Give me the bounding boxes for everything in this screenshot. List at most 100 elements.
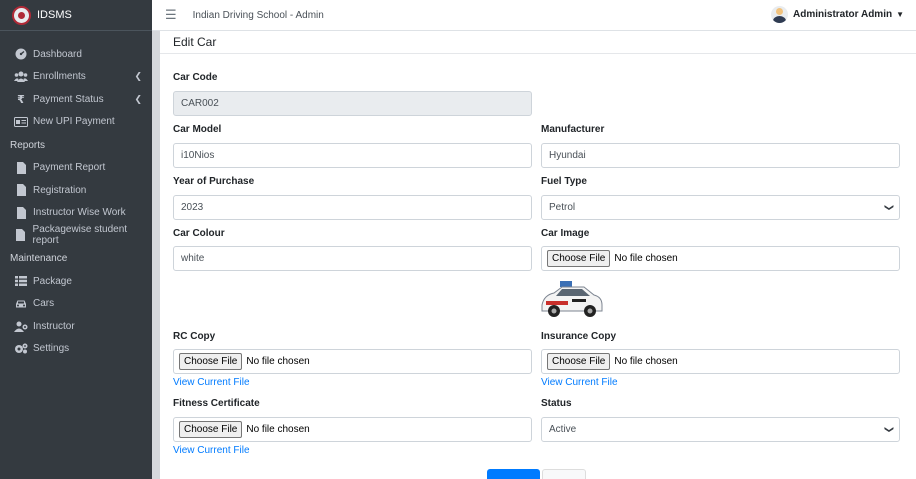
manufacturer-label: Manufacturer	[541, 124, 605, 135]
list-icon	[14, 276, 28, 287]
fitness-certificate-label: Fitness Certificate	[173, 398, 260, 409]
car-colour-field[interactable]: white	[173, 246, 532, 271]
upi-icon	[14, 116, 28, 127]
car-colour-value: white	[181, 253, 205, 264]
top-navbar: ☰ Indian Driving School - Admin Administ…	[152, 0, 916, 31]
sidebar-item-dashboard[interactable]: Dashboard	[0, 43, 152, 66]
insurance-view-current-file-link[interactable]: View Current File	[541, 377, 618, 388]
sidebar-item-label: Cars	[33, 298, 55, 310]
brand-name: IDSMS	[37, 9, 72, 21]
car-icon	[14, 299, 28, 309]
avatar	[771, 6, 788, 23]
cancel-button[interactable]	[542, 469, 586, 479]
sidebar-item-instructor[interactable]: Instructor	[0, 315, 152, 338]
sidebar-item-label: Dashboard	[33, 48, 82, 60]
manufacturer-value: Hyundai	[549, 150, 586, 161]
chevron-down-icon: ❯	[884, 203, 895, 212]
file-status: No file chosen	[246, 424, 310, 435]
fuel-type-label: Fuel Type	[541, 176, 587, 187]
file-icon	[14, 229, 28, 242]
sidebar-item-label: Settings	[33, 343, 70, 355]
sidebar-item-payment-report[interactable]: Payment Report	[0, 157, 152, 180]
chevron-down-icon: ❯	[884, 425, 895, 434]
rc-copy-file-input[interactable]: Choose File No file chosen	[173, 349, 532, 374]
sidebar-item-cars[interactable]: Cars	[0, 293, 152, 316]
sidebar-item-label: Payment Status	[33, 93, 104, 105]
layout-gutter	[152, 31, 160, 479]
sidebar-item-new-upi-payment[interactable]: New UPI Payment	[0, 111, 152, 134]
gears-icon	[14, 343, 28, 354]
file-icon	[14, 206, 28, 219]
chevron-left-icon: ❮	[134, 93, 142, 104]
insurance-copy-file-input[interactable]: Choose File No file chosen	[541, 349, 900, 374]
save-button[interactable]	[487, 469, 540, 479]
file-icon	[14, 161, 28, 174]
car-image-label: Car Image	[541, 228, 590, 239]
sidebar-item-label: Registration	[33, 184, 87, 196]
car-thumbnail-image	[540, 279, 604, 323]
edit-car-card: Edit Car Car Code CAR002 Car Model i10Ni…	[160, 31, 916, 479]
fitness-view-current-file-link[interactable]: View Current File	[173, 445, 250, 456]
car-colour-label: Car Colour	[173, 228, 225, 239]
year-value: 2023	[181, 202, 204, 213]
sidebar-item-payment-status[interactable]: ₹ Payment Status ❮	[0, 88, 152, 111]
choose-file-button[interactable]: Choose File	[547, 250, 611, 267]
status-select[interactable]: Active ❯	[541, 417, 900, 442]
sidebar: IDSMS Dashboard Enrollments ❮ ₹ Payment …	[0, 0, 152, 479]
insurance-copy-label: Insurance Copy	[541, 331, 617, 342]
file-status: No file chosen	[614, 356, 678, 367]
sidebar-item-label: New UPI Payment	[33, 116, 115, 128]
menu-toggle-icon[interactable]: ☰	[165, 7, 177, 23]
brand-logo-icon	[12, 5, 31, 25]
chevron-left-icon: ❮	[134, 71, 142, 82]
sidebar-item-label: Payment Report	[33, 162, 106, 174]
car-code-field[interactable]: CAR002	[173, 91, 532, 116]
caret-down-icon: ▼	[896, 10, 904, 19]
fitness-certificate-file-input[interactable]: Choose File No file chosen	[173, 417, 532, 442]
dashboard-icon	[14, 48, 28, 60]
status-label: Status	[541, 398, 572, 409]
rc-copy-label: RC Copy	[173, 331, 216, 342]
choose-file-button[interactable]: Choose File	[179, 421, 243, 438]
rupee-icon: ₹	[17, 93, 25, 106]
sidebar-item-registration[interactable]: Registration	[0, 179, 152, 202]
sidebar-item-instructor-wise-work[interactable]: Instructor Wise Work	[0, 202, 152, 225]
choose-file-button[interactable]: Choose File	[547, 353, 611, 370]
rc-view-current-file-link[interactable]: View Current File	[173, 377, 250, 388]
year-field[interactable]: 2023	[173, 195, 532, 220]
fuel-type-value: Petrol	[549, 202, 576, 213]
car-code-value: CAR002	[181, 98, 219, 109]
car-code-label: Car Code	[173, 72, 218, 83]
fuel-type-select[interactable]: Petrol ❯	[541, 195, 900, 220]
brand[interactable]: IDSMS	[0, 0, 152, 31]
file-status: No file chosen	[614, 253, 678, 264]
file-status: No file chosen	[246, 356, 310, 367]
sidebar-header-reports: Reports	[10, 139, 46, 151]
user-name: Administrator Admin	[793, 9, 893, 20]
sidebar-item-package[interactable]: Package	[0, 270, 152, 293]
app-title: Indian Driving School - Admin	[192, 9, 324, 21]
sidebar-item-label: Instructor	[33, 320, 75, 332]
sidebar-item-settings[interactable]: Settings	[0, 338, 152, 361]
instructor-icon	[14, 321, 28, 332]
manufacturer-field[interactable]: Hyundai	[541, 143, 900, 168]
car-model-field[interactable]: i10Nios	[173, 143, 532, 168]
user-menu[interactable]: Administrator Admin ▼	[771, 6, 904, 23]
choose-file-button[interactable]: Choose File	[179, 353, 243, 370]
sidebar-nav: Dashboard Enrollments ❮ ₹ Payment Status…	[0, 31, 152, 360]
users-icon	[14, 71, 28, 83]
sidebar-item-label: Enrollments	[33, 71, 86, 83]
car-model-value: i10Nios	[181, 150, 215, 161]
status-value: Active	[549, 424, 577, 435]
sidebar-item-label: Packagewise student report	[32, 224, 128, 247]
card-title: Edit Car	[160, 31, 916, 54]
sidebar-header-maintenance: Maintenance	[10, 253, 68, 265]
car-image-file-input[interactable]: Choose File No file chosen	[541, 246, 900, 271]
car-model-label: Car Model	[173, 124, 222, 135]
sidebar-item-label: Instructor Wise Work	[33, 207, 126, 219]
sidebar-item-label: Package	[33, 275, 72, 287]
sidebar-item-enrollments[interactable]: Enrollments ❮	[0, 66, 152, 89]
file-icon	[14, 184, 28, 197]
year-label: Year of Purchase	[173, 176, 255, 187]
sidebar-item-packagewise-report[interactable]: Packagewise student report	[0, 224, 152, 247]
